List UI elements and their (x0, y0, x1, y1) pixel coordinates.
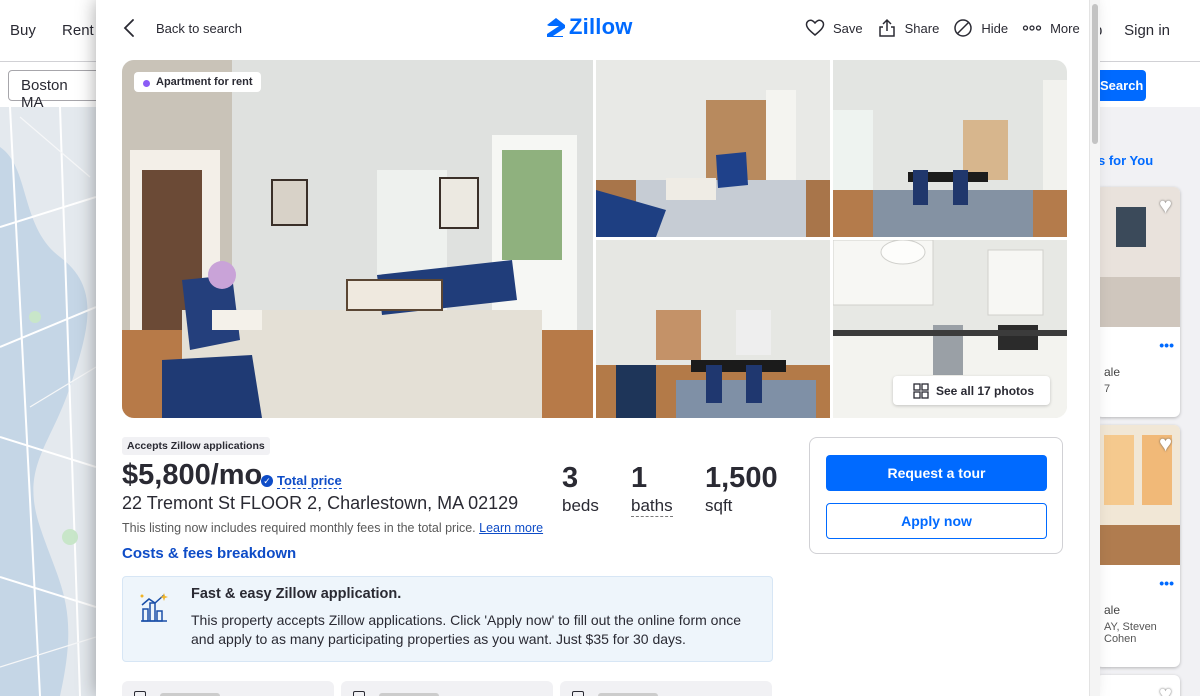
modal-scrollbar[interactable] (1089, 0, 1100, 696)
save-label: Save (833, 20, 863, 36)
living-room-photo-2 (596, 60, 830, 237)
hide-label: Hide (981, 20, 1009, 36)
more-label: More (1050, 20, 1080, 36)
gallery-photo[interactable] (596, 240, 830, 418)
facts-row (122, 681, 779, 696)
background-listing-card[interactable]: ♥ ••• ale 7 (1096, 187, 1180, 417)
background-map[interactable] (0, 107, 96, 696)
background-results-panel: s for You ♥ ••• ale 7 ♥ ••• ale AY, Stev… (1088, 107, 1200, 696)
sign-in-link[interactable]: Sign in (1124, 22, 1170, 39)
background-listing-card[interactable]: ♥ (1096, 675, 1180, 696)
share-button[interactable]: Share (877, 18, 940, 38)
listing-price: $5,800/mo (122, 459, 263, 491)
listing-card-subtext: AY, Steven Cohen (1104, 621, 1157, 645)
listing-type-label: Apartment for rent (156, 76, 253, 88)
see-all-photos-label: See all 17 photos (936, 383, 1035, 398)
total-price-link[interactable]: ✓ Total price (261, 473, 342, 489)
gallery-photo[interactable] (596, 60, 830, 237)
favorite-heart-icon[interactable]: ♥ (1159, 681, 1172, 696)
total-price-label: Total price (277, 473, 342, 489)
fee-note-text: This listing now includes required month… (122, 521, 476, 535)
sqft-label: sqft (705, 496, 733, 515)
see-all-photos-button[interactable]: See all 17 photos (893, 376, 1050, 405)
beds-value: 3 (562, 462, 579, 494)
application-info-body: This property accepts Zillow application… (191, 612, 742, 647)
zillow-application-info: Fast & easy Zillow application. This pro… (122, 576, 773, 662)
background-search-input[interactable]: Boston MA (8, 70, 102, 111)
back-to-search-button[interactable]: Back to search (122, 18, 242, 38)
calendar-icon (353, 691, 365, 696)
building-icon (134, 691, 146, 696)
living-room-photo (122, 60, 593, 418)
fact-chip (560, 681, 772, 696)
application-info-title: Fast & easy Zillow application. (191, 586, 402, 602)
listing-type-dot-icon (143, 80, 150, 87)
request-tour-button[interactable]: Request a tour (826, 455, 1047, 491)
chevron-left-icon (123, 19, 134, 37)
zillow-logo[interactable]: Zillow (545, 14, 633, 40)
zillow-logo-icon (547, 18, 565, 37)
more-button[interactable]: More (1022, 18, 1080, 38)
accepts-applications-badge: Accepts Zillow applications (122, 437, 270, 455)
check-badge-icon: ✓ (261, 475, 273, 487)
fact-chip (341, 681, 553, 696)
dining-room-photo (833, 60, 1067, 237)
baths-value: 1 (631, 462, 648, 494)
share-icon (878, 18, 895, 37)
listing-detail-modal: Back to search Zillow Save Share Hide Mo… (96, 0, 1089, 696)
favorite-heart-icon[interactable]: ♥ (1159, 431, 1172, 457)
listing-address: 22 Tremont St FLOOR 2, Charlestown, MA 0… (122, 493, 519, 513)
listing-card-text: ale (1104, 365, 1121, 379)
sqft-stat: 1,500 sqft (705, 462, 778, 516)
baths-stat[interactable]: 1 baths (631, 462, 673, 517)
nav-rent-link[interactable]: Rent (62, 22, 94, 39)
gallery-photo[interactable] (833, 60, 1067, 237)
more-options-icon[interactable]: ••• (1159, 575, 1174, 591)
share-label: Share (904, 20, 940, 36)
zillow-logo-text: Zillow (569, 14, 633, 39)
application-chart-icon (140, 593, 168, 622)
photo-gallery: Apartment for rent See all 17 photos (122, 60, 1067, 418)
apply-now-button[interactable]: Apply now (826, 503, 1047, 539)
hide-button[interactable]: Hide (953, 18, 1008, 38)
listing-card-subtext: 7 (1104, 383, 1111, 395)
map-graphic (0, 107, 96, 696)
hide-icon (954, 19, 973, 37)
scrollbar-thumb[interactable] (1092, 4, 1098, 144)
pet-icon (572, 691, 584, 696)
back-to-search-label: Back to search (156, 20, 242, 36)
beds-label: beds (562, 496, 599, 515)
favorite-heart-icon[interactable]: ♥ (1159, 193, 1172, 219)
more-dots-icon (1022, 25, 1042, 31)
nav-buy-link[interactable]: Buy (10, 22, 36, 39)
main-photo[interactable]: Apartment for rent (122, 60, 593, 418)
header-actions: Save Share Hide More (805, 18, 1089, 38)
learn-more-link[interactable]: Learn more (479, 521, 543, 535)
listing-card-text: ale (1104, 603, 1121, 617)
fact-chip (122, 681, 334, 696)
grid-icon (913, 382, 929, 399)
background-listing-card[interactable]: ♥ ••• ale AY, Steven Cohen (1096, 425, 1180, 667)
costs-fees-breakdown-link[interactable]: Costs & fees breakdown (122, 545, 296, 562)
save-button[interactable]: Save (805, 18, 863, 38)
heart-icon (805, 19, 825, 36)
contact-card: Request a tour Apply now (809, 437, 1063, 554)
fee-note: This listing now includes required month… (122, 521, 543, 535)
for-you-sort[interactable]: s for You (1098, 153, 1153, 168)
dining-room-photo-2 (596, 240, 830, 418)
more-options-icon[interactable]: ••• (1159, 337, 1174, 353)
baths-label: baths (631, 496, 673, 517)
beds-stat: 3 beds (562, 462, 599, 516)
sqft-value: 1,500 (705, 462, 778, 494)
listing-type-badge: Apartment for rent (134, 72, 261, 92)
